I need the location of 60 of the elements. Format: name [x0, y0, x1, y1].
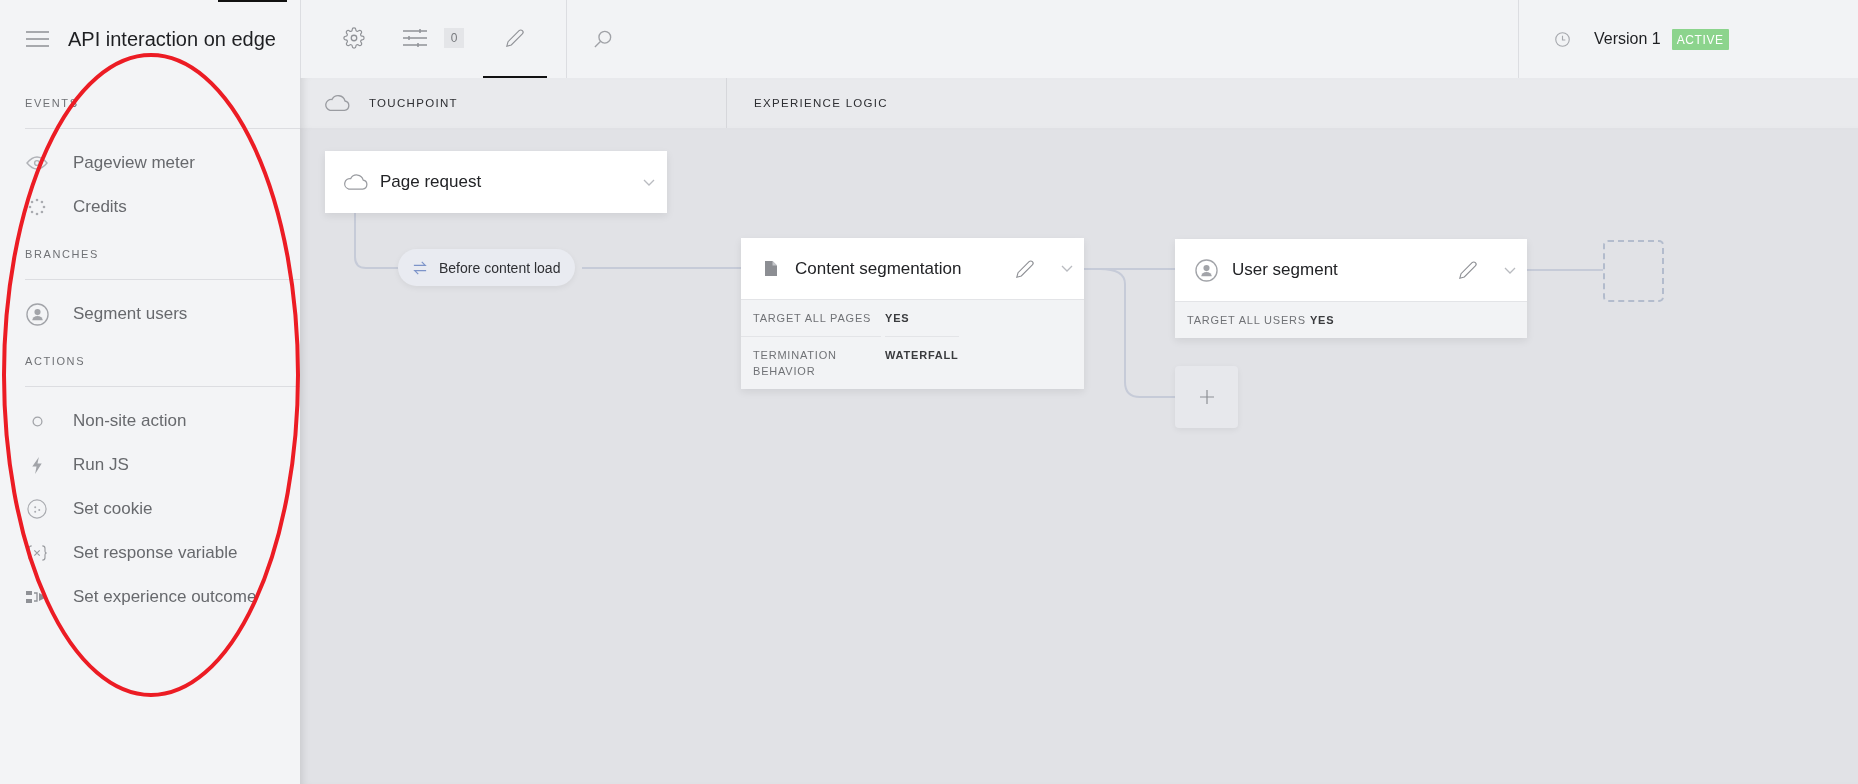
clock-icon [1555, 31, 1570, 47]
drop-slot[interactable] [1603, 240, 1664, 302]
edit-button[interactable] [1458, 260, 1478, 280]
section-heading: ACTIONS [25, 355, 86, 367]
dotted-circle-icon [28, 198, 46, 216]
sidebar-item[interactable]: Run JS [25, 443, 129, 487]
chevron-icon [1061, 265, 1073, 272]
flow-title: API interaction on edge [68, 27, 276, 51]
plus-icon [1199, 390, 1214, 404]
property-value: WATERFALL [885, 336, 959, 389]
menu-icon[interactable] [26, 31, 49, 47]
node-card[interactable]: User segment TARGET ALL USERS YES [1175, 239, 1527, 338]
property-label: TARGET ALL USERS [1186, 313, 1306, 328]
sidebar-item[interactable]: Segment users [25, 292, 188, 336]
settings-icon [342, 27, 365, 49]
section-heading: BRANCHES [25, 248, 99, 260]
sidebar-item[interactable]: Set experience outcome [25, 575, 257, 619]
sidebar-item[interactable]: Credits [25, 185, 127, 229]
trigger-card[interactable]: Page request [325, 151, 667, 213]
user-icon [25, 302, 49, 326]
edit-button[interactable] [1015, 258, 1035, 279]
node-title: Content segmentation [795, 258, 963, 279]
toolbar-tab[interactable]: 0 [386, 0, 476, 78]
swap-arrows-icon [413, 260, 427, 275]
property-label: TERMINATION BEHAVIOR [741, 336, 881, 389]
sidebar-item[interactable]: Set cookie [25, 487, 153, 531]
property-label: TARGET ALL PAGES [752, 311, 873, 326]
event-pill[interactable]: Before content load [398, 249, 576, 286]
lane-label: TOUCHPOINT [369, 97, 458, 109]
sidebar-item[interactable]: Set response variable [25, 531, 238, 575]
property-value: YES [1309, 313, 1335, 328]
cookie-icon [27, 499, 47, 519]
version-label: Version 1 [1594, 30, 1661, 48]
cloud-icon [343, 174, 368, 190]
chevron-icon [1504, 266, 1516, 274]
sliders-icon [403, 29, 427, 47]
count-badge: 0 [444, 28, 464, 48]
edge-bar [218, 0, 287, 2]
circle-icon [31, 415, 43, 427]
connector-line [354, 212, 399, 269]
cloud-icon [324, 95, 350, 111]
property-value: YES [885, 311, 910, 326]
eye-icon [26, 156, 48, 170]
search-icon [594, 30, 612, 48]
user-icon [1195, 258, 1218, 282]
pencil-icon [1016, 259, 1034, 278]
sidebar-item[interactable]: Non-site action [25, 399, 187, 443]
pencil-icon [506, 29, 524, 47]
status-badge: ACTIVE [1671, 28, 1729, 50]
add-button[interactable] [1175, 366, 1238, 428]
lightning-icon [32, 456, 42, 474]
sidebar-item[interactable]: Pageview meter [25, 141, 195, 185]
node-card[interactable]: Content segmentation TARGET ALL PAGES YES TERMINATION BEHAVIOR WATERFALL [741, 238, 1084, 389]
node-title: Page request [380, 172, 483, 192]
braces-icon [26, 545, 48, 561]
chevron-icon [643, 178, 655, 186]
node-title: User segment [1232, 260, 1339, 280]
lane-label: EXPERIENCE LOGIC [754, 97, 888, 109]
document-icon [765, 261, 777, 276]
pencil-icon [1459, 261, 1477, 279]
